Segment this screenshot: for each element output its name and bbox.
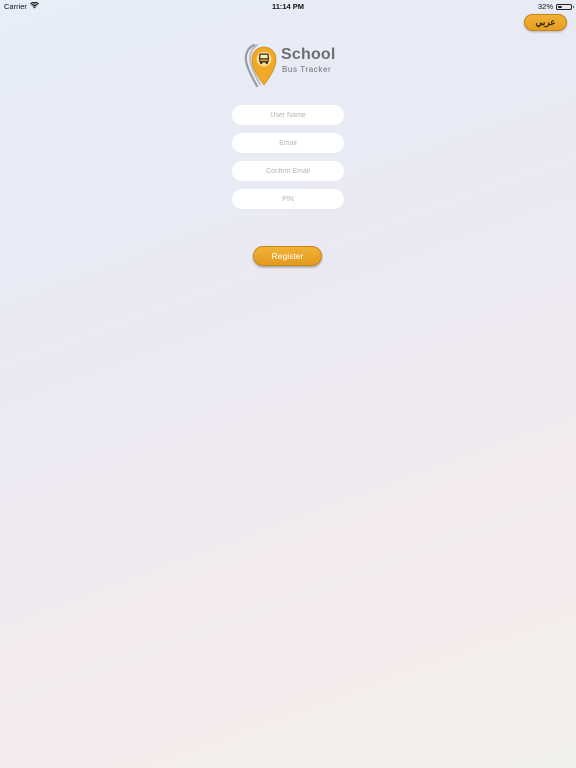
battery-icon [556, 3, 574, 10]
status-bar: Carrier 11:14 PM 32% [0, 0, 576, 12]
language-toggle-button[interactable]: عربي [524, 14, 567, 31]
status-battery: 32% [537, 2, 574, 11]
logo-title: School [281, 46, 336, 63]
logo-subtitle: Bus Tracker [282, 65, 332, 74]
confirm-email-field[interactable] [232, 161, 344, 181]
battery-percent: 32% [537, 2, 553, 11]
battery-level-fill [558, 5, 562, 8]
app-logo: School Bus Tracker [243, 42, 336, 88]
user-name-field[interactable] [232, 105, 344, 125]
register-button[interactable]: Register [253, 246, 322, 266]
status-time: 11:14 PM [271, 2, 305, 11]
pin-field[interactable] [232, 189, 344, 209]
school-bus-location-pin-icon [243, 42, 281, 92]
email-field[interactable] [232, 133, 344, 153]
